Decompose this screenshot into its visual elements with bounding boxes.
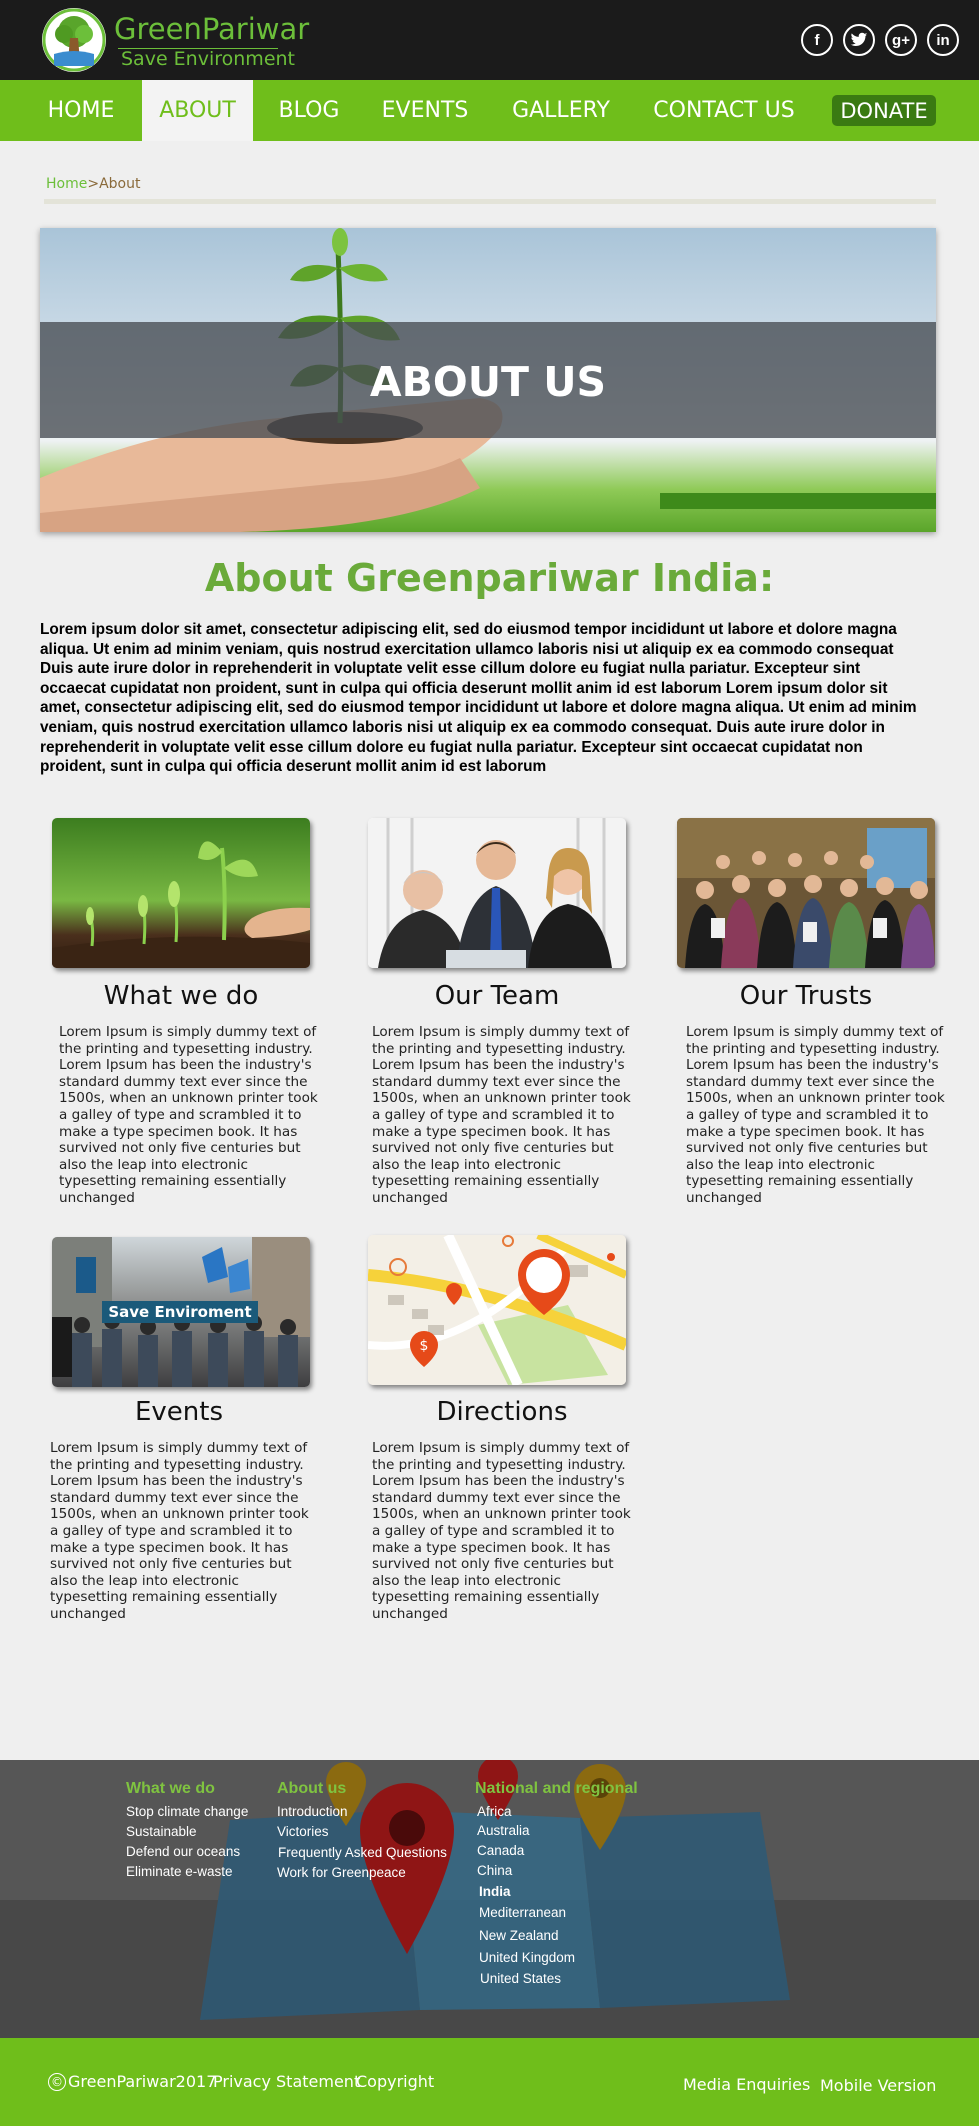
footer-link[interactable]: Stop climate change (126, 1804, 248, 1819)
footer-link[interactable]: Sustainable (126, 1824, 197, 1839)
donate-button[interactable]: DONATE (832, 95, 936, 126)
nav-blog[interactable]: BLOG (262, 80, 356, 141)
footer-link[interactable]: India (479, 1884, 511, 1899)
media-enquiries-link[interactable]: Media Enquiries (683, 2075, 810, 2094)
brand-tagline: Save Environment (121, 48, 295, 70)
card-image-directions[interactable]: $ (368, 1235, 626, 1385)
world-map-pins-image (200, 1760, 790, 2020)
nav-contact-us[interactable]: CONTACT US (646, 80, 802, 141)
hero-title: ABOUT US (369, 358, 607, 406)
footer-link[interactable]: Australia (477, 1823, 530, 1838)
footer-link[interactable]: Eliminate e-waste (126, 1864, 233, 1879)
logo-tree-icon[interactable] (42, 8, 106, 72)
header-bar: GreenPariwar Save Environment f g+ in (0, 0, 979, 80)
card-text-directions: Lorem Ipsum is simply dummy text of the … (372, 1440, 631, 1622)
card-title-directions: Directions (436, 1397, 568, 1427)
map-pin-icon: $ (368, 1235, 626, 1385)
footer-link[interactable]: Introduction (277, 1804, 348, 1819)
nav-gallery[interactable]: GALLERY (500, 80, 622, 141)
footer-link[interactable]: Frequently Asked Questions (278, 1845, 447, 1860)
card-image-our-team[interactable] (368, 818, 626, 968)
footer-link[interactable]: New Zealand (479, 1928, 559, 1943)
hero-banner: ABOUT US (40, 228, 936, 532)
about-body-text: Lorem ipsum dolor sit amet, consectetur … (40, 621, 917, 776)
breadcrumb-current: About (99, 176, 141, 192)
card-text-our-team: Lorem Ipsum is simply dummy text of the … (372, 1024, 631, 1206)
card-image-events[interactable]: Save Enviroment (52, 1237, 310, 1387)
card-image-what-we-do[interactable] (52, 818, 310, 968)
nav-home[interactable]: HOME (22, 80, 140, 141)
footer-heading-about-us: About us (277, 1780, 347, 1797)
nav-about[interactable]: ABOUT (142, 80, 253, 141)
copyright-text: GreenPariwar2017 (68, 2072, 217, 2091)
google-plus-icon[interactable]: g+ (885, 24, 917, 56)
privacy-statement-link[interactable]: Privacy Statement (213, 2072, 360, 2091)
footer-links-section: What we do Stop climate change Sustainab… (0, 1760, 979, 2038)
footer-link[interactable]: Work for Greenpeace (277, 1865, 406, 1880)
footer-link[interactable]: Canada (477, 1843, 524, 1858)
card-title-our-team: Our Team (434, 981, 560, 1011)
footer-link[interactable]: Victories (277, 1824, 329, 1839)
mobile-version-link[interactable]: Mobile Version (820, 2076, 936, 2095)
breadcrumb-home[interactable]: Home (46, 176, 87, 192)
footer-link[interactable]: United Kingdom (479, 1950, 575, 1965)
footer-link[interactable]: United States (480, 1971, 561, 1986)
about-heading: About Greenpariwar India: (204, 556, 775, 600)
svg-text:$: $ (420, 1338, 429, 1354)
card-text-events: Lorem Ipsum is simply dummy text of the … (50, 1440, 309, 1622)
card-text-our-trusts: Lorem Ipsum is simply dummy text of the … (686, 1024, 945, 1206)
footer-heading-national-regional: National and regional (475, 1780, 638, 1797)
card-title-what-we-do: What we do (103, 981, 259, 1011)
footer-link[interactable]: Africa (477, 1804, 512, 1819)
footer-link[interactable]: China (477, 1863, 512, 1878)
nav-events[interactable]: EVENTS (368, 80, 482, 141)
linkedin-icon[interactable]: in (927, 24, 959, 56)
copyright-icon: © (48, 2073, 66, 2091)
facebook-icon[interactable]: f (801, 24, 833, 56)
card-image-our-trusts[interactable] (677, 818, 935, 968)
breadcrumb: Home>About (46, 176, 140, 192)
footer-heading-what-we-do: What we do (126, 1780, 215, 1797)
card-title-our-trusts: Our Trusts (739, 981, 873, 1011)
twitter-icon[interactable] (843, 24, 875, 56)
footer-link[interactable]: Defend our oceans (126, 1844, 240, 1859)
breadcrumb-divider (44, 199, 936, 204)
brand-name: GreenPariwar (114, 12, 310, 46)
card-title-events: Events (134, 1397, 224, 1427)
footer-bar: © GreenPariwar2017 Privacy Statement Cop… (0, 2038, 979, 2126)
footer-link[interactable]: Mediterranean (479, 1905, 566, 1920)
card-text-what-we-do: Lorem Ipsum is simply dummy text of the … (59, 1024, 318, 1206)
breadcrumb-separator: > (87, 176, 100, 192)
events-image-caption: Save Enviroment (102, 1301, 258, 1323)
copyright-link[interactable]: Copyright (356, 2072, 434, 2091)
